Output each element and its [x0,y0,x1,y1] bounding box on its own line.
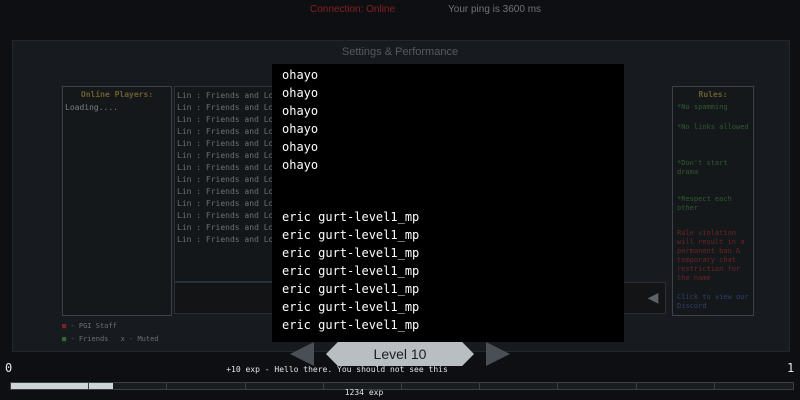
popup-line: ohayo [282,122,319,136]
popup-line: ohayo [282,86,319,100]
exp-message: +10 exp - Hello there. You should not se… [226,365,448,374]
popup-line: eric gurt-level1_mp [282,246,420,260]
level-pill[interactable]: Level 10 [326,342,474,366]
current-level-number: 0 [5,361,13,375]
ping-readout: Your ping is 3600 ms [448,4,542,15]
legend-staff-label: - PGI Staff [70,322,117,330]
rule-item: *No spamming [677,103,728,111]
legend-friends-label: - Friends [70,335,109,343]
online-players-panel: Online Players: Loading.... [62,86,172,316]
popup-line: eric gurt-level1_mp [282,282,420,296]
friend-dot-icon: ■ [62,335,67,343]
popup-line: eric gurt-level1_mp [282,210,420,224]
popup-line: ohayo [282,158,319,172]
debug-message-popup: ohayo ohayo ohayo ohayo ohayo ohayo eric… [272,64,624,342]
send-button[interactable]: ◀ [640,286,666,308]
connection-status: Connection: Online [310,4,396,15]
send-arrow-icon: ◀ [647,289,659,305]
online-players-loading: Loading.... [65,103,118,112]
popup-line: eric gurt-level1_mp [282,318,420,332]
online-players-title: Online Players: [80,90,154,99]
popup-line: eric gurt-level1_mp [282,300,420,314]
level-selector: Level 10 [290,342,510,366]
popup-line: eric gurt-level1_mp [282,228,420,242]
rules-panel: Rules: *No spamming *No links allowed *D… [672,86,754,316]
next-level-number: 1 [787,361,795,375]
settings-title: Settings & Performance [341,46,459,58]
rule-item: *Don't start drama [677,159,728,176]
rule-item: *No links allowed [677,123,749,131]
chevron-right-icon[interactable] [486,342,510,366]
xp-amount: 1234 exp [344,388,384,397]
staff-dot-icon: ■ [62,322,67,330]
level-label: Level 10 [373,346,427,362]
top-bar: Connection: Online Your ping is 3600 ms [0,0,800,20]
rule-item: *Respect each other [677,195,732,212]
legend-muted-label: x - Muted [120,335,159,343]
legend-friends: ■ - Friends x - Muted [62,335,159,343]
chevron-left-icon[interactable] [290,342,314,366]
discord-link[interactable]: Click to view our Discord [677,293,751,311]
rules-title: Rules: [698,90,728,99]
popup-line: ohayo [282,68,319,82]
legend-staff: ■ - PGI Staff [62,322,117,330]
rule-warning: Rule violation will result in a permanen… [677,229,745,282]
popup-line: ohayo [282,104,319,118]
popup-line: ohayo [282,140,319,154]
popup-line: eric gurt-level1_mp [282,264,420,278]
